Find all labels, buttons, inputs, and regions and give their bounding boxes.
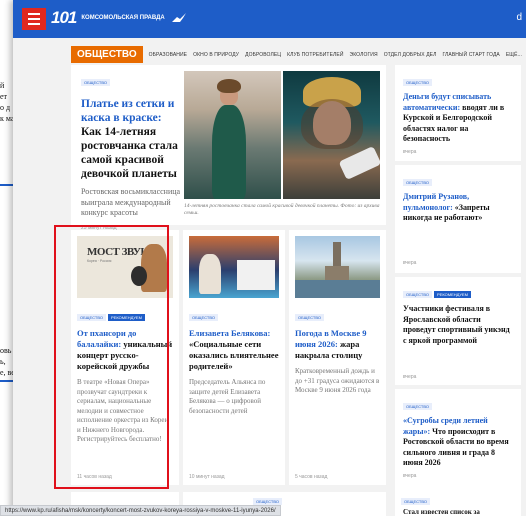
menu-line — [28, 18, 40, 20]
news-time: вчера — [403, 374, 417, 380]
tag-badge[interactable]: ОБЩЕСТВО — [403, 79, 432, 86]
news-time: 10 минут назад — [189, 474, 225, 480]
right-news-item[interactable]: ОБЩЕСТВО РЕКОМЕНДУЕМ Участники фестиваля … — [395, 277, 521, 385]
feature-photos[interactable] — [184, 71, 380, 199]
tag-badge[interactable]: ОБЩЕСТВО — [403, 291, 432, 298]
nav-item-window-nature[interactable]: ОКНО В ПРИРОДУ — [193, 52, 239, 58]
highlight-box — [54, 225, 169, 489]
peek-title[interactable]: Стал известен список за — [403, 508, 480, 516]
next-row-card[interactable]: ОБЩЕСТВО Стал известен список за — [395, 492, 521, 516]
feature-article-card[interactable]: ОБЩЕСТВО Платье из сетки и каска в краск… — [71, 65, 386, 231]
feature-subtitle[interactable]: Как 14-летняя ростовчанка стала самой кр… — [81, 125, 181, 181]
tag-badge[interactable]: ОБЩЕСТВО — [401, 498, 430, 505]
news-time: вчера — [403, 259, 417, 266]
section-nav: ОБЩЕСТВО ОБРАЗОВАНИЕ ОКНО В ПРИРОДУ ДОБР… — [71, 46, 522, 63]
status-bar-url: https://www.kp.ru/afisha/msk/koncerty/ko… — [0, 505, 281, 516]
nav-item-volunteer[interactable]: ДОБРОВОЛЕЦ — [245, 52, 281, 58]
logo-wordmark: КОМСОМОЛЬСКАЯ ПРАВДА — [81, 14, 165, 21]
feature-lead: Ростовская восьмиклассница выиграла межд… — [81, 187, 181, 217]
nav-item-consumer-club[interactable]: КЛУБ ПОТРЕБИТЕЛЕЙ — [287, 52, 343, 58]
site-header: 101 КОМСОМОЛЬСКАЯ ПРАВДА d — [13, 0, 526, 38]
header-right-item[interactable]: d — [516, 12, 522, 23]
tag-badge[interactable]: ОБЩЕСТВО — [295, 314, 324, 321]
tag-badge-recommend[interactable]: РЕКОМЕНДУЕМ — [434, 291, 471, 298]
right-news-item[interactable]: ОБЩЕСТВО «Сугробы среди летней жары»: Чт… — [395, 389, 521, 497]
belyakova-photo — [189, 236, 279, 298]
logo-number: 101 — [51, 8, 77, 27]
nav-active-section[interactable]: ОБЩЕСТВО — [71, 46, 143, 63]
right-news-title[interactable]: Дмитрий Рузанов, пульмонолог: «Запреты н… — [403, 192, 513, 224]
news-time: вчера — [403, 472, 417, 479]
menu-line — [28, 23, 40, 25]
right-news-item[interactable]: ОБЩЕСТВО Дмитрий Рузанов, пульмонолог: «… — [395, 165, 521, 273]
weather-article-card[interactable]: ОБЩЕСТВО Погода в Москве 9 июня 2026: жа… — [289, 230, 386, 485]
tag-badge[interactable]: ОБЩЕСТВО — [403, 403, 432, 410]
nav-item-main-start[interactable]: ГЛАВНЫЙ СТАРТ ГОДА — [443, 52, 500, 58]
weather-article-lead: Кратковременный дождь и до +31 градуса о… — [295, 367, 380, 394]
nav-item-ecology[interactable]: ЭКОЛОГИЯ — [350, 52, 378, 58]
bird-icon — [171, 13, 186, 22]
nav-item-more[interactable]: ЕЩЁ... — [506, 52, 522, 58]
right-news-title[interactable]: Участники фестиваля в Ярославской област… — [403, 304, 513, 346]
photo-caption: 14-летняя ростовчанка стала самой красив… — [184, 203, 380, 216]
tag-badge[interactable]: ОБЩЕСТВО — [189, 314, 218, 321]
right-news-item[interactable]: ОБЩЕСТВО Деньги будут списывать автомати… — [395, 65, 521, 161]
nav-item-good-deeds[interactable]: ОТДЕЛ ДОБРЫХ ДЕЛ — [384, 52, 437, 58]
tag-badge[interactable]: ОБЩЕСТВО — [81, 79, 110, 86]
tag-badge[interactable]: ОБЩЕСТВО — [403, 179, 432, 186]
moscow-weather-photo — [295, 236, 380, 298]
right-column-news: ОБЩЕСТВО Деньги будут списывать автомати… — [395, 65, 521, 501]
photo-girl-green-dress — [184, 71, 281, 199]
feature-text: ОБЩЕСТВО Платье из сетки и каска в краск… — [81, 71, 181, 231]
right-news-title[interactable]: Деньги будут списывать автоматически: вв… — [403, 92, 513, 145]
news-time: вчера — [403, 148, 417, 155]
news-time: 5 часов назад — [295, 474, 328, 480]
photo-girl-crown — [283, 71, 380, 199]
nav-item-education[interactable]: ОБРАЗОВАНИЕ — [149, 52, 187, 58]
weather-article-title[interactable]: Погода в Москве 9 июня 2026: жара накрыл… — [295, 328, 380, 361]
belyakova-article-title[interactable]: Елизавета Белякова: «Социальные сети ока… — [189, 328, 279, 372]
right-news-title[interactable]: «Сугробы среди летней жары»: Что происхо… — [403, 416, 513, 469]
site-logo[interactable]: 101 КОМСОМОЛЬСКАЯ ПРАВДА — [51, 8, 187, 28]
tag-badge[interactable]: ОБЩЕСТВО — [253, 498, 282, 505]
belyakova-article-card[interactable]: ОБЩЕСТВО Елизавета Белякова: «Социальные… — [183, 230, 285, 485]
belyakova-article-lead: Председатель Альянса по защите детей Ели… — [189, 378, 266, 415]
menu-line — [28, 13, 40, 15]
feature-title[interactable]: Платье из сетки и каска в краске: — [81, 97, 181, 125]
hamburger-menu-button[interactable] — [22, 8, 46, 30]
